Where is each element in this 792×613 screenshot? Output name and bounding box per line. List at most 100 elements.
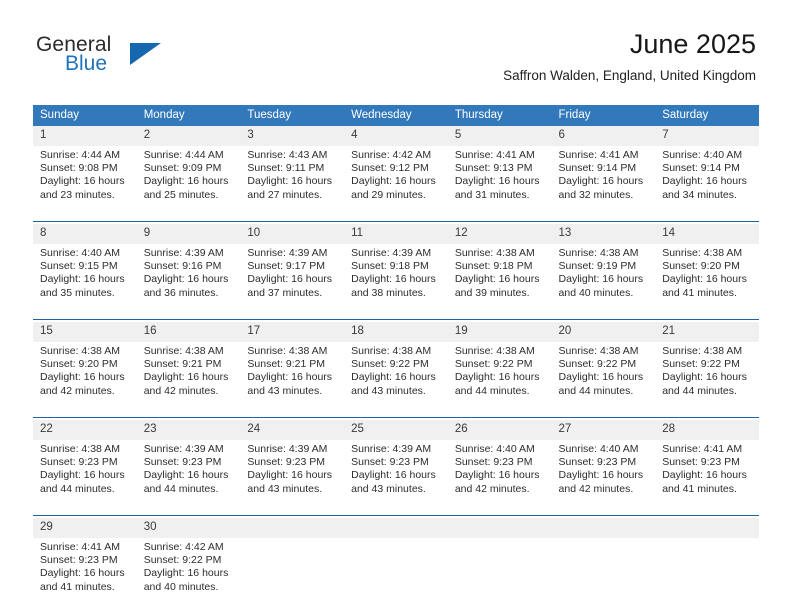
day-cell-number[interactable]: 13 (551, 224, 656, 244)
daylight-text-line2: and 42 minutes. (40, 384, 115, 397)
day-cell-number[interactable]: 17 (240, 322, 345, 342)
sunrise-text: Sunrise: 4:39 AM (247, 443, 328, 455)
day-cell-details: Sunrise: 4:39 AM Sunset: 9:17 PM Dayligh… (240, 244, 345, 320)
general-blue-logo[interactable]: General Blue (36, 33, 216, 83)
sunrise-text: Sunrise: 4:39 AM (143, 247, 224, 259)
day-cell-number (344, 518, 448, 538)
day-cell-number[interactable]: 18 (344, 322, 448, 342)
sunset-text: Sunset: 9:22 PM (662, 358, 740, 371)
daylight-text-line2: and 41 minutes. (662, 286, 737, 299)
daylight-text-line1: Daylight: 16 hours (558, 175, 644, 188)
sunset-text: Sunset: 9:20 PM (662, 260, 740, 273)
day-cell-number[interactable]: 2 (136, 126, 241, 146)
sunrise-text: Sunrise: 4:38 AM (40, 345, 120, 357)
day-cell-number[interactable]: 25 (344, 420, 448, 440)
day-cell-details: Sunrise: 4:41 AM Sunset: 9:13 PM Dayligh… (447, 146, 552, 222)
day-cell-number[interactable]: 12 (447, 224, 552, 244)
day-cell-number[interactable]: 15 (33, 322, 137, 342)
day-cell-number[interactable]: 10 (240, 224, 345, 244)
sunrise-text: Sunrise: 4:38 AM (40, 443, 120, 455)
day-cell-empty (551, 538, 656, 613)
day-cell-number[interactable]: 9 (136, 224, 241, 244)
day-cell-number[interactable]: 7 (655, 126, 759, 146)
weekday-header-monday: Monday (136, 105, 241, 126)
daylight-text-line2: and 29 minutes. (351, 188, 426, 201)
week-2-daynumbers: 8 9 10 11 12 13 14 (33, 224, 759, 244)
day-cell-details: Sunrise: 4:44 AM Sunset: 9:09 PM Dayligh… (136, 146, 241, 222)
daylight-text-line1: Daylight: 16 hours (247, 175, 333, 188)
day-cell-number (655, 518, 759, 538)
day-cell-number[interactable]: 23 (136, 420, 241, 440)
day-cell-empty (655, 538, 759, 613)
daylight-text-line2: and 37 minutes. (247, 286, 323, 299)
week-4-daynumbers: 22 23 24 25 26 27 28 (33, 420, 759, 440)
day-cell-number[interactable]: 22 (33, 420, 137, 440)
sunset-text: Sunset: 9:23 PM (247, 456, 326, 469)
day-cell-number (447, 518, 552, 538)
day-cell-number[interactable]: 11 (344, 224, 448, 244)
sunrise-text: Sunrise: 4:41 AM (558, 149, 639, 161)
day-cell-number[interactable]: 27 (551, 420, 656, 440)
calendar-page: General Blue June 2025 Saffron Walden, E… (0, 0, 792, 613)
sunset-text: Sunset: 9:15 PM (40, 260, 118, 273)
sunset-text: Sunset: 9:22 PM (143, 554, 222, 567)
daylight-text-line1: Daylight: 16 hours (558, 273, 644, 286)
daylight-text-line2: and 43 minutes. (247, 384, 323, 397)
day-cell-number[interactable]: 29 (33, 518, 137, 538)
daylight-text-line1: Daylight: 16 hours (662, 175, 747, 188)
sunset-text: Sunset: 9:14 PM (558, 162, 637, 175)
sunset-text: Sunset: 9:16 PM (143, 260, 222, 273)
day-cell-details: Sunrise: 4:41 AM Sunset: 9:23 PM Dayligh… (33, 538, 137, 613)
day-cell-number[interactable]: 30 (136, 518, 241, 538)
daylight-text-line2: and 40 minutes. (143, 580, 219, 593)
day-cell-number[interactable]: 5 (447, 126, 552, 146)
sunset-text: Sunset: 9:18 PM (454, 260, 533, 273)
daylight-text-line2: and 41 minutes. (662, 482, 737, 495)
daylight-text-line1: Daylight: 16 hours (558, 371, 644, 384)
day-cell-details: Sunrise: 4:40 AM Sunset: 9:14 PM Dayligh… (655, 146, 759, 222)
day-cell-number[interactable]: 21 (655, 322, 759, 342)
daylight-text-line2: and 27 minutes. (247, 188, 323, 201)
daylight-text-line2: and 42 minutes. (454, 482, 530, 495)
day-cell-details: Sunrise: 4:41 AM Sunset: 9:23 PM Dayligh… (655, 440, 759, 516)
sunset-text: Sunset: 9:23 PM (351, 456, 429, 469)
daylight-text-line2: and 35 minutes. (40, 286, 115, 299)
daylight-text-line2: and 44 minutes. (143, 482, 219, 495)
day-cell-number[interactable]: 4 (344, 126, 448, 146)
daylight-text-line1: Daylight: 16 hours (143, 371, 229, 384)
day-cell-details: Sunrise: 4:40 AM Sunset: 9:23 PM Dayligh… (551, 440, 656, 516)
daylight-text-line1: Daylight: 16 hours (143, 273, 229, 286)
sunset-text: Sunset: 9:19 PM (558, 260, 637, 273)
day-cell-number[interactable]: 14 (655, 224, 759, 244)
daylight-text-line2: and 34 minutes. (662, 188, 737, 201)
sunset-text: Sunset: 9:20 PM (40, 358, 118, 371)
day-cell-empty (344, 538, 448, 613)
sunrise-text: Sunrise: 4:40 AM (662, 149, 743, 161)
day-cell-number[interactable]: 24 (240, 420, 345, 440)
day-cell-number[interactable]: 19 (447, 322, 552, 342)
sunset-text: Sunset: 9:17 PM (247, 260, 326, 273)
page-title: June 2025 (629, 29, 756, 59)
day-cell-details: Sunrise: 4:39 AM Sunset: 9:16 PM Dayligh… (136, 244, 241, 320)
sunset-text: Sunset: 9:22 PM (558, 358, 637, 371)
day-cell-number[interactable]: 26 (447, 420, 552, 440)
sunset-text: Sunset: 9:12 PM (351, 162, 429, 175)
day-cell-details: Sunrise: 4:39 AM Sunset: 9:23 PM Dayligh… (136, 440, 241, 516)
week-4-details: Sunrise: 4:38 AM Sunset: 9:23 PM Dayligh… (33, 440, 759, 516)
day-cell-number[interactable]: 6 (551, 126, 656, 146)
day-cell-number[interactable]: 16 (136, 322, 241, 342)
week-1-daynumbers: 1 2 3 4 5 6 7 (33, 126, 759, 146)
daylight-text-line1: Daylight: 16 hours (454, 371, 540, 384)
day-cell-number[interactable]: 3 (240, 126, 345, 146)
week-1-details: Sunrise: 4:44 AM Sunset: 9:08 PM Dayligh… (33, 146, 759, 222)
day-cell-number[interactable]: 1 (33, 126, 137, 146)
daylight-text-line1: Daylight: 16 hours (40, 469, 125, 482)
sunrise-text: Sunrise: 4:38 AM (143, 345, 224, 357)
page-header: General Blue June 2025 Saffron Walden, E… (0, 0, 792, 100)
daylight-text-line1: Daylight: 16 hours (40, 175, 125, 188)
day-cell-number[interactable]: 8 (33, 224, 137, 244)
day-cell-number[interactable]: 28 (655, 420, 759, 440)
location-subtitle: Saffron Walden, England, United Kingdom (503, 68, 756, 83)
day-cell-number[interactable]: 20 (551, 322, 656, 342)
sunrise-text: Sunrise: 4:39 AM (143, 443, 224, 455)
